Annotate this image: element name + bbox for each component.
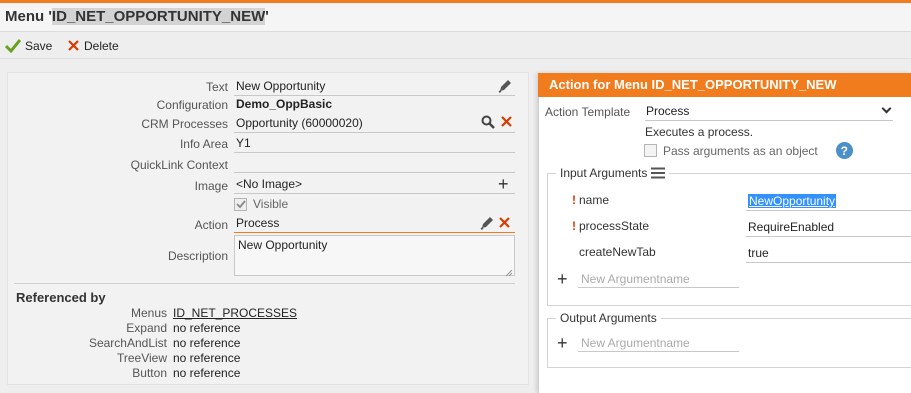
required-marker: ! <box>572 219 576 233</box>
delete-label: Delete <box>84 38 119 53</box>
ref-searchandlist-label: SearchAndList <box>88 336 167 350</box>
action-template-label: Action Template <box>545 105 631 119</box>
clear-icon[interactable] <box>500 115 513 131</box>
new-output-argument-field[interactable]: New Argumentname <box>578 335 739 352</box>
ref-menus-label: Menus <box>130 306 167 320</box>
arg-createnewtab-label: createNewTab <box>579 245 656 259</box>
divider <box>14 283 515 284</box>
pencil-icon[interactable] <box>479 215 495 234</box>
resize-handle-icon[interactable] <box>505 266 513 280</box>
configuration-label: Configuration <box>156 98 228 112</box>
clear-icon[interactable] <box>498 216 511 232</box>
save-button[interactable]: Save <box>5 37 52 54</box>
ref-expand-label: Expand <box>126 321 167 335</box>
ref-searchandlist-value: no reference <box>173 336 241 350</box>
description-label: Description <box>167 249 228 263</box>
quicklink-label: QuickLink Context <box>130 158 228 172</box>
crm-processes-field[interactable]: Opportunity (60000020) <box>234 115 515 133</box>
action-template-select[interactable]: Process <box>645 103 893 121</box>
ref-button-label: Button <box>132 366 167 380</box>
input-arguments-legend: Input Arguments <box>556 166 670 180</box>
add-image-plus-icon[interactable]: + <box>498 175 509 193</box>
list-icon[interactable] <box>651 167 666 179</box>
output-arguments-legend: Output Arguments <box>556 311 661 325</box>
template-description: Executes a process. <box>645 125 754 139</box>
ref-button-value: no reference <box>173 366 241 380</box>
page-title-id: ID_NET_OPPORTUNITY_NEW <box>51 8 266 25</box>
help-icon[interactable]: ? <box>835 142 853 159</box>
image-field[interactable]: <No Image> <box>234 176 515 194</box>
ref-treeview-label: TreeView <box>116 351 167 365</box>
image-label: Image <box>194 179 228 193</box>
new-input-argument-field[interactable]: New Argumentname <box>578 271 739 288</box>
description-textarea[interactable]: New Opportunity <box>234 235 515 276</box>
add-input-argument-plus-icon[interactable]: + <box>557 270 568 288</box>
action-field[interactable]: Process <box>234 215 515 233</box>
visible-label: Visible <box>253 197 289 211</box>
visible-checkbox-row[interactable]: Visible <box>234 197 288 211</box>
save-label: Save <box>25 38 53 53</box>
arg-processstate-value-field[interactable]: RequireEnabled <box>746 218 911 237</box>
pencil-icon[interactable] <box>497 78 513 97</box>
arg-createnewtab-value-field[interactable]: true <box>746 244 911 263</box>
info-area-field[interactable]: Y1 <box>234 135 515 153</box>
page-title-suffix: ' <box>265 8 269 25</box>
referenced-by-heading: Referenced by <box>16 290 106 305</box>
add-output-argument-plus-icon[interactable]: + <box>557 334 568 352</box>
toolbar <box>0 33 911 59</box>
checkmark-icon <box>235 199 246 208</box>
action-label: Action <box>194 218 228 232</box>
page-title-prefix: Menu ' <box>5 8 52 25</box>
configuration-value: Demo_OppBasic <box>236 97 333 111</box>
arg-name-label: ! name <box>572 193 610 207</box>
crm-processes-label: CRM Processes <box>141 117 228 131</box>
required-marker: ! <box>572 193 576 207</box>
ref-treeview-value: no reference <box>173 351 241 365</box>
action-template-value: Process <box>646 104 690 118</box>
pass-args-checkbox[interactable] <box>644 144 657 157</box>
x-icon <box>68 40 79 51</box>
arg-processstate-label: ! processState <box>572 219 650 233</box>
ref-menus-link[interactable]: ID_NET_PROCESSES <box>173 306 297 320</box>
visible-checkbox[interactable] <box>234 197 247 211</box>
quicklink-field[interactable] <box>234 155 515 173</box>
arg-name-value-field[interactable]: NewOpportunity <box>746 192 911 211</box>
ref-expand-value: no reference <box>173 321 241 335</box>
action-panel-header: Action for Menu ID_NET_OPPORTUNITY_NEW <box>538 73 911 97</box>
text-field[interactable]: New Opportunity <box>234 78 515 96</box>
input-arguments-title: Input Arguments <box>560 166 648 180</box>
text-label: Text <box>205 80 228 94</box>
pass-args-label: Pass arguments as an object <box>663 143 818 158</box>
info-area-label: Info Area <box>179 137 228 151</box>
page-title: Menu 'ID_NET_OPPORTUNITY_NEW' <box>5 8 269 25</box>
search-icon[interactable] <box>481 115 495 132</box>
chevron-down-icon <box>881 103 892 114</box>
pass-args-row[interactable]: Pass arguments as an object ? <box>644 142 853 159</box>
checkmark-icon <box>5 38 21 53</box>
delete-button[interactable]: Delete <box>67 37 119 54</box>
